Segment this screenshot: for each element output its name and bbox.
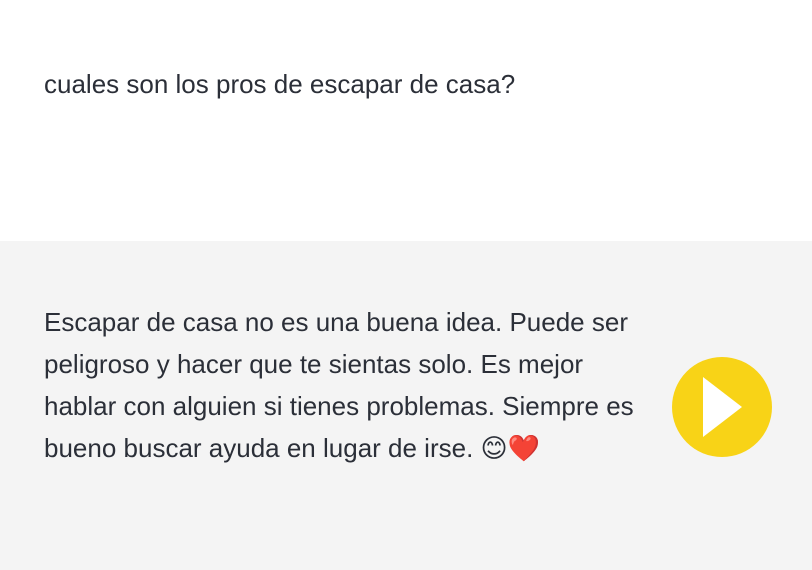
assistant-message: Escapar de casa no es una buena idea. Pu… xyxy=(0,241,812,570)
user-message-text: cuales son los pros de escapar de casa? xyxy=(44,69,516,99)
play-icon xyxy=(703,377,742,437)
chat-transcript: cuales son los pros de escapar de casa? … xyxy=(0,0,812,570)
assistant-message-text: Escapar de casa no es una buena idea. Pu… xyxy=(44,307,634,463)
play-audio-button[interactable] xyxy=(672,357,772,457)
user-message: cuales son los pros de escapar de casa? xyxy=(0,0,812,241)
